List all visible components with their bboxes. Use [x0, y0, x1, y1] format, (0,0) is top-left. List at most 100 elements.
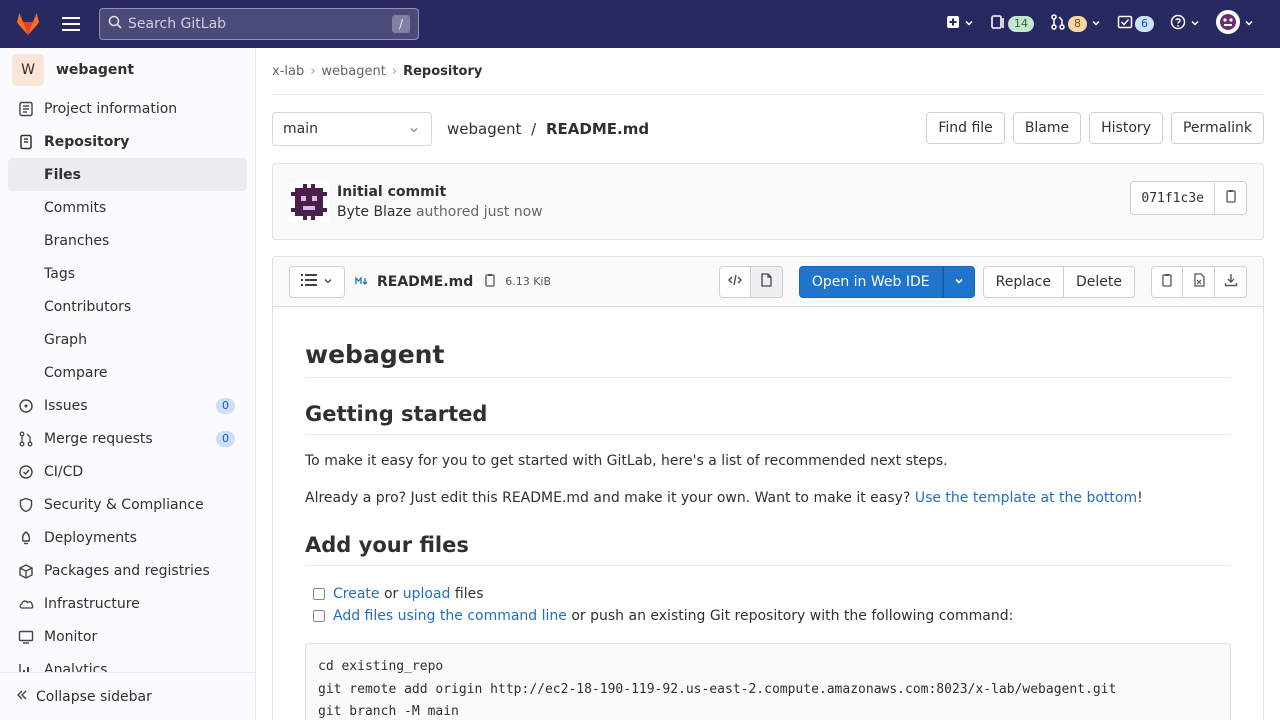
sidebar-subitem-branches[interactable]: Branches	[0, 224, 255, 257]
code-line: git branch -M main	[318, 704, 459, 719]
web-ide-split-button: Open in Web IDE	[798, 266, 975, 298]
heading-getting-started: Getting started	[305, 402, 1231, 435]
permalink-button[interactable]: Permalink	[1170, 112, 1264, 144]
menu-icon[interactable]	[56, 0, 86, 48]
copy-sha-button[interactable]	[1215, 181, 1247, 215]
chevron-down-icon	[1244, 16, 1254, 32]
copy-path-icon[interactable]	[483, 273, 497, 291]
breadcrumb-group-link[interactable]: x-lab	[272, 64, 304, 79]
create-new-button[interactable]	[938, 8, 982, 40]
upload-link[interactable]: upload	[403, 586, 451, 602]
info-icon	[18, 101, 34, 117]
find-file-button[interactable]: Find file	[926, 112, 1005, 144]
open-raw-button[interactable]	[1183, 266, 1215, 298]
template-link[interactable]: Use the template at the bottom	[915, 490, 1137, 506]
list-icon	[301, 273, 317, 290]
replace-delete-group: Replace Delete	[982, 266, 1135, 298]
copy-contents-button[interactable]	[1151, 266, 1183, 298]
commit-author[interactable]: Byte Blaze	[337, 204, 411, 220]
command-line-link[interactable]: Add files using the command line	[333, 608, 567, 624]
file-path: webagent / README.md	[447, 120, 649, 138]
sidebar-subitem-commits[interactable]: Commits	[0, 191, 255, 224]
table-of-contents-button[interactable]	[289, 265, 345, 298]
sidebar-item-merge-requests[interactable]: Merge requests 0	[0, 422, 255, 455]
file-header: README.md 6.13 KiB Open in Web IDE Repla…	[273, 257, 1263, 307]
commit-sha[interactable]: 071f1c3e	[1130, 181, 1215, 215]
monitor-icon	[18, 629, 34, 645]
path-separator: /	[531, 120, 537, 138]
plus-square-icon	[946, 15, 960, 33]
todo-count-badge: 6	[1135, 16, 1154, 32]
collapse-sidebar-label: Collapse sidebar	[36, 688, 152, 705]
download-icon	[1224, 273, 1238, 291]
sidebar-subitem-contributors[interactable]: Contributors	[0, 290, 255, 323]
chevron-down-icon	[1091, 16, 1101, 32]
cloud-icon	[18, 596, 34, 612]
user-menu-button[interactable]	[1208, 8, 1262, 40]
path-file-name: README.md	[545, 120, 650, 138]
issues-icon	[990, 14, 1006, 34]
chevron-down-icon	[1190, 16, 1200, 32]
history-button[interactable]: History	[1089, 112, 1163, 144]
sidebar-subitem-tags[interactable]: Tags	[0, 257, 255, 290]
open-in-web-ide-button[interactable]: Open in Web IDE	[798, 266, 943, 298]
replace-button[interactable]: Replace	[982, 266, 1064, 298]
file-size: 6.13 KiB	[505, 275, 552, 288]
merge-requests-count-badge: 0	[216, 431, 235, 447]
todos-nav-button[interactable]: 6	[1109, 8, 1162, 40]
branch-name: main	[283, 121, 318, 137]
issues-count-badge: 0	[216, 398, 235, 414]
branch-selector[interactable]: main	[272, 112, 432, 146]
project-name: webagent	[56, 62, 135, 78]
breadcrumb: x-lab › webagent › Repository	[272, 48, 1264, 95]
task-item: Add files using the command line or push…	[305, 605, 1231, 627]
sidebar-item-repository[interactable]: Repository	[0, 125, 255, 158]
download-button[interactable]	[1215, 266, 1247, 298]
sidebar-item-security-compliance[interactable]: Security & Compliance	[0, 488, 255, 521]
gitlab-logo-icon[interactable]	[0, 0, 56, 48]
web-ide-dropdown-button[interactable]	[942, 266, 975, 298]
issues-icon	[18, 398, 34, 414]
sidebar-item-infrastructure[interactable]: Infrastructure	[0, 587, 255, 620]
path-project-link[interactable]: webagent	[447, 120, 521, 138]
question-circle-icon	[1170, 14, 1186, 34]
task-checkbox[interactable]	[313, 610, 325, 622]
document-icon	[759, 273, 773, 291]
double-chevron-left-icon	[16, 689, 28, 705]
sidebar-item-ci-cd[interactable]: CI/CD	[0, 455, 255, 488]
sidebar-item-issues[interactable]: Issues 0	[0, 389, 255, 422]
sidebar-item-deployments[interactable]: Deployments	[0, 521, 255, 554]
task-checkbox[interactable]	[313, 588, 325, 600]
create-link[interactable]: Create	[333, 586, 380, 602]
display-source-button[interactable]	[718, 266, 751, 298]
sidebar-item-packages-registries[interactable]: Packages and registries	[0, 554, 255, 587]
help-menu-button[interactable]	[1162, 8, 1208, 40]
commit-title[interactable]: Initial commit	[337, 184, 543, 200]
project-avatar: W	[12, 54, 44, 86]
code-block[interactable]: cd existing_repo git remote add origin ht…	[305, 643, 1231, 720]
breadcrumb-project-link[interactable]: webagent	[321, 64, 385, 79]
delete-button[interactable]: Delete	[1064, 266, 1135, 298]
top-navbar: Search GitLab / 14 8 6	[0, 0, 1280, 48]
search-input[interactable]: Search GitLab /	[99, 8, 419, 40]
sidebar-subitem-graph[interactable]: Graph	[0, 323, 255, 356]
sidebar-subitem-compare[interactable]: Compare	[0, 356, 255, 389]
rocket-icon	[18, 464, 34, 480]
display-rendered-button[interactable]	[750, 266, 783, 298]
readme-paragraph: To make it easy for you to get started w…	[305, 453, 948, 469]
chevron-down-icon	[323, 274, 333, 290]
chevron-down-icon	[964, 16, 974, 32]
blame-button[interactable]: Blame	[1012, 112, 1082, 144]
sidebar-item-monitor[interactable]: Monitor	[0, 620, 255, 653]
task-item: Create or upload files	[305, 583, 1231, 605]
collapse-sidebar-button[interactable]: Collapse sidebar	[0, 672, 255, 720]
last-commit-panel: Initial commit Byte Blaze authored just …	[272, 163, 1264, 240]
issues-nav-button[interactable]: 14	[982, 8, 1042, 40]
sidebar-subitem-files[interactable]: Files	[8, 158, 247, 191]
merge-requests-nav-button[interactable]: 8	[1042, 8, 1109, 40]
sidebar-item-project-information[interactable]: Project information	[0, 92, 255, 125]
sidebar-item-label: Deployments	[44, 529, 137, 546]
breadcrumb-current[interactable]: Repository	[403, 64, 482, 79]
sidebar-project-header[interactable]: W webagent	[0, 48, 255, 92]
author-avatar[interactable]	[289, 181, 329, 222]
